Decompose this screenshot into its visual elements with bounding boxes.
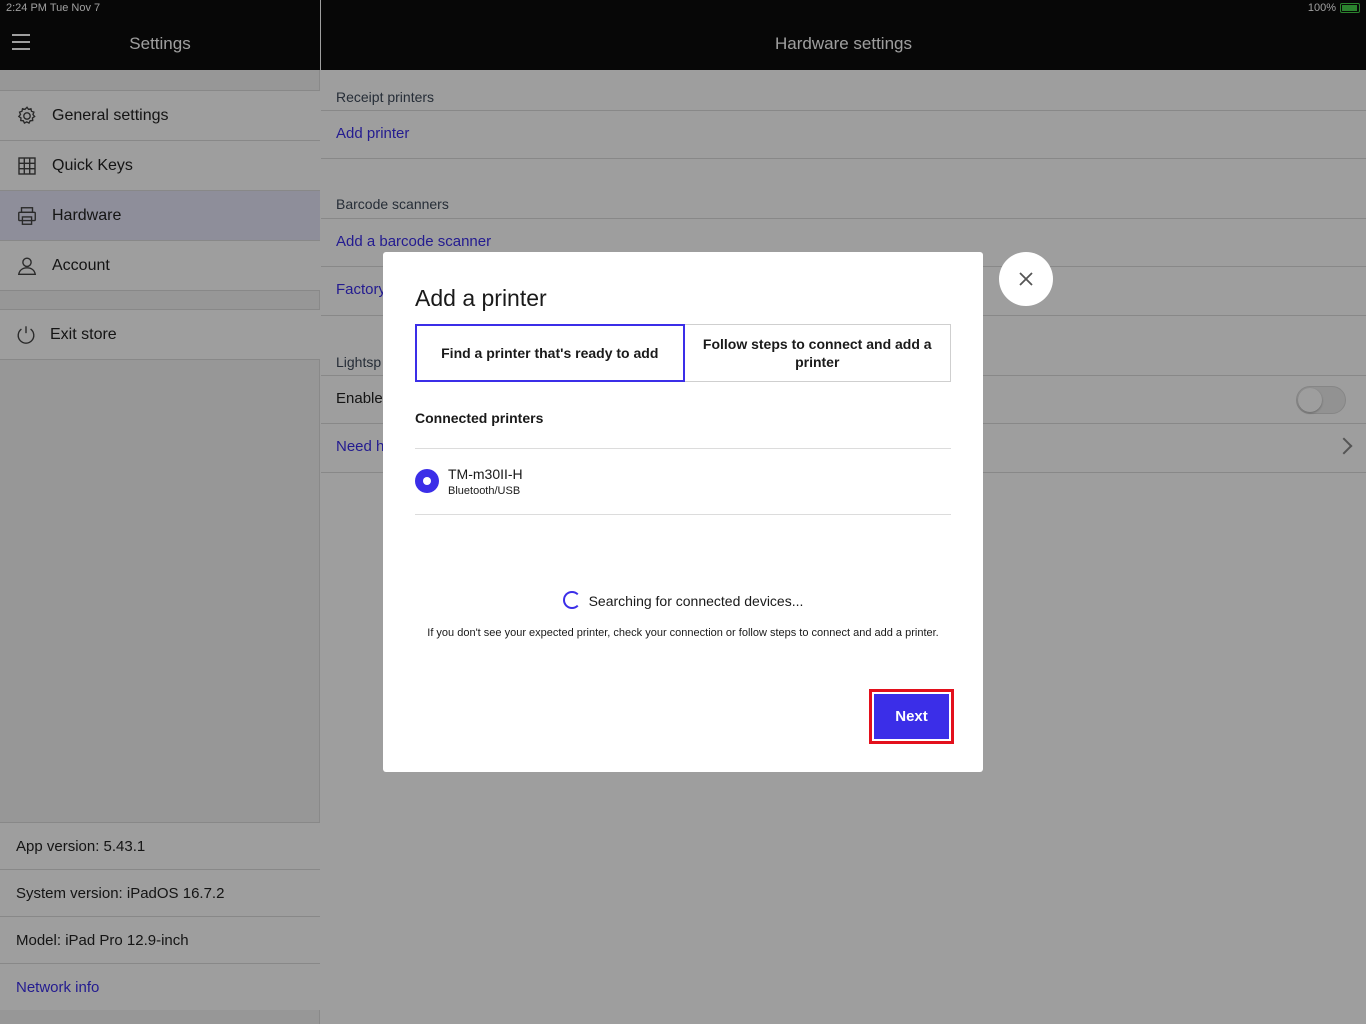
add-printer-dialog: Add a printer Find a printer that's read… [383,252,983,772]
printer-option[interactable]: TM-m30II-H Bluetooth/USB [415,449,951,513]
printer-name: TM-m30II-H [448,466,523,482]
searching-status: Searching for connected devices... [383,591,983,609]
tab-find-printer[interactable]: Find a printer that's ready to add [415,324,685,382]
help-text: If you don't see your expected printer, … [427,627,939,639]
printer-mode-tabs: Find a printer that's ready to add Follo… [415,324,951,382]
searching-text: Searching for connected devices... [588,593,804,609]
divider [415,514,951,515]
tab-follow-steps[interactable]: Follow steps to connect and add a printe… [685,325,951,381]
next-button[interactable]: Next [874,694,949,739]
radio-selected-icon[interactable] [415,469,439,493]
spinner-icon [562,591,581,609]
connected-printers-heading: Connected printers [415,410,544,426]
dialog-title: Add a printer [415,285,547,311]
close-dialog-button[interactable] [999,252,1053,306]
close-icon [1019,272,1033,286]
printer-connection: Bluetooth/USB [448,485,521,497]
next-button-highlight: Next [869,689,954,744]
